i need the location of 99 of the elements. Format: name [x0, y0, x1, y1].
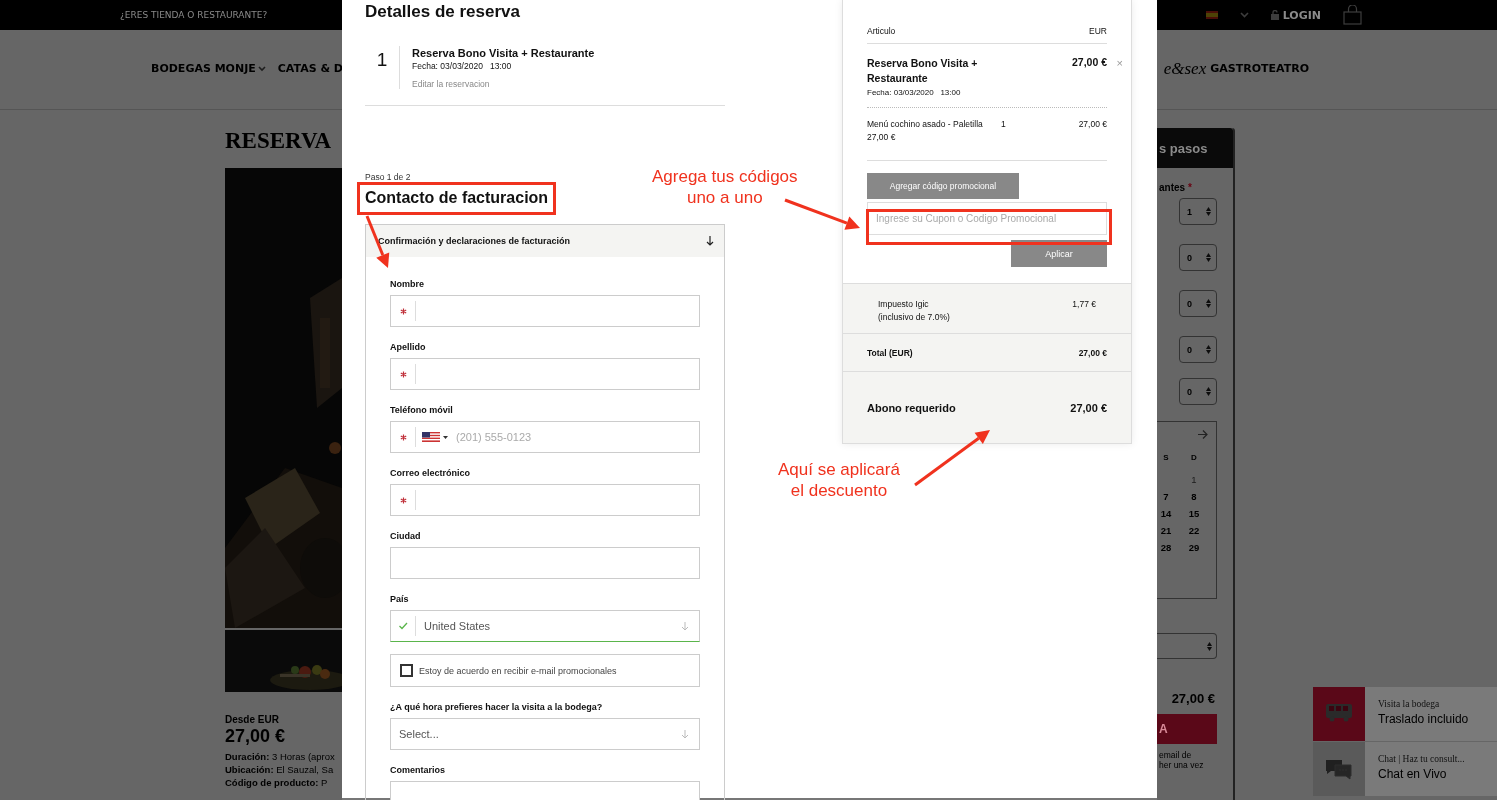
calendar-day[interactable]: 8 [1180, 491, 1208, 502]
tax-amount: 1,77 € [1072, 298, 1096, 311]
input-field[interactable] [390, 358, 700, 390]
reservation-name: Reserva Bono Visita + Restaurante [412, 47, 595, 59]
deposit-label: Abono requerido [867, 401, 956, 414]
remove-button[interactable]: × [1116, 57, 1123, 69]
quantity-stepper[interactable]: 0 [1179, 290, 1217, 317]
dialog-title: Detalles de reserva [365, 2, 521, 22]
note-text: email de [1159, 750, 1193, 760]
field-label: Correo electrónico [390, 468, 472, 479]
select-field[interactable]: United States [390, 610, 700, 642]
product-detail: Código de producto: P [225, 776, 329, 789]
weekday-label: D [1190, 453, 1198, 462]
field-label: País [390, 594, 410, 605]
store-question-link[interactable]: ¿ERES TIENDA O RESTAURANTE? [120, 10, 268, 20]
total-label: Total (EUR) [867, 347, 913, 358]
column-header: Articulo [867, 26, 896, 36]
widget-label: Chat en Vivo [1378, 767, 1448, 781]
deposit-amount: 27,00 € [1070, 401, 1107, 414]
input-field[interactable] [390, 295, 700, 327]
stepper-arrows-icon [1206, 253, 1211, 262]
field-label: Apellido [390, 342, 427, 353]
stepper-arrows-icon [1206, 299, 1211, 308]
input-field[interactable] [390, 547, 700, 579]
promo-code-button[interactable]: Agregar código promocional [867, 173, 1019, 199]
field-label: Comentarios [390, 765, 446, 776]
chat-icon [1325, 758, 1353, 780]
annotation-text: Agrega tus códigos uno a uno [652, 166, 798, 208]
quantity-stepper[interactable]: 0 [1179, 244, 1217, 271]
widget-title: Visita la bodega [1378, 699, 1441, 709]
item-number: 1 [375, 48, 389, 72]
item-date: Fecha: 03/03/2020 13:00 [867, 88, 962, 97]
note-text: her una vez [1159, 760, 1205, 770]
widget-label: Traslado incluido [1378, 712, 1469, 726]
field-label: Ciudad [390, 531, 422, 542]
checkbox[interactable] [400, 664, 413, 677]
coupon-field[interactable]: Ingrese su Cupon o Codigo Promocional [867, 202, 1107, 235]
required-mark: * [1187, 182, 1192, 193]
arrow-down-icon [681, 621, 689, 631]
section-title: Contacto de facturacion [365, 188, 549, 208]
arrow-right-icon[interactable] [1198, 430, 1208, 439]
quantity-stepper[interactable]: 1 [1179, 198, 1217, 225]
field-label: ¿A qué hora prefieres hacer la visita a la bodega? [390, 702, 604, 713]
accordion-header[interactable]: Confirmación y declaraciones de facturación [366, 225, 724, 257]
login-link[interactable]: LOGIN [1270, 8, 1321, 22]
calendar-day[interactable]: 22 [1180, 525, 1208, 536]
floating-widget[interactable]: Visita la bodega Traslado incluido [1313, 687, 1497, 741]
tax-label: Impuesto Igic [878, 298, 930, 311]
select-field[interactable]: Select... [390, 718, 700, 750]
field-label: antes [1159, 182, 1186, 193]
tax-note: (inclusivo de 7.0%) [878, 311, 950, 324]
line-amount: 27,00 € [1077, 118, 1107, 131]
nav-item[interactable]: GASTROTEATRO [1210, 62, 1309, 75]
total-amount: 27,00 € [1078, 347, 1107, 358]
calendar-day[interactable]: 1 [1180, 474, 1208, 485]
shopping-bag-icon[interactable] [1343, 5, 1362, 25]
annotation-text: Aquí se aplicará el descuento [778, 459, 900, 501]
unit-price: 27,00 € [867, 131, 897, 144]
calendar-day[interactable]: 15 [1180, 508, 1208, 519]
column-header: EUR [1089, 26, 1107, 36]
item-price: 27,00 € [1071, 56, 1107, 70]
lock-icon [1270, 10, 1279, 20]
page-title: RESERVA [225, 128, 333, 155]
chevron-down-icon[interactable] [1239, 12, 1249, 18]
item-name: Reserva Bono Visita + Restaurante [867, 56, 979, 86]
quantity-stepper[interactable]: 0 [1179, 378, 1217, 405]
quantity: 1 [1001, 118, 1007, 131]
product-detail: Ubicación: El Sauzal, Sa [225, 763, 335, 776]
edit-link[interactable]: Editar la reservacion [412, 79, 595, 89]
stepper-arrows-icon [1206, 387, 1211, 396]
price-label: Desde EUR [225, 714, 280, 725]
flag-icon[interactable] [422, 432, 440, 442]
step-indicator: Paso 1 de 2 [365, 172, 411, 182]
phone-input[interactable]: (201) 555-0123 [448, 422, 699, 452]
nav-item[interactable]: CATAS & D [277, 62, 343, 75]
weekday-label: S [1162, 453, 1170, 462]
arrow-down-icon [706, 236, 714, 246]
caret-icon [443, 435, 448, 439]
nav-item[interactable]: BODEGAS MONJE [151, 62, 266, 75]
field-label: Teléfono móvil [390, 405, 454, 416]
field-label: Nombre [390, 279, 425, 290]
stepper-arrows-icon [1206, 207, 1211, 216]
stepper-arrows-icon [1207, 641, 1212, 651]
widget-title: Chat | Haz tu consult... [1378, 754, 1465, 764]
product-price: 27,00 € [225, 726, 287, 747]
reservation-date: Fecha: 03/03/2020 13:00 [412, 61, 513, 71]
quantity-stepper[interactable]: 0 [1179, 336, 1217, 363]
calendar-day[interactable]: 29 [1180, 542, 1208, 553]
total-price: 27,00 € [1170, 691, 1215, 706]
line-item-name: Menú cochino asado - Paletilla [867, 118, 984, 131]
product-detail: Duración: 3 Horas (aprox [225, 750, 336, 763]
stepper-arrows-icon [1206, 345, 1211, 354]
phone-field[interactable]: (201) 555-0123 [390, 421, 700, 453]
chevron-down-icon [257, 65, 266, 72]
checkbox-label: Estoy de acuerdo en recibir e-mail promocionales [419, 665, 617, 676]
arrow-down-icon [681, 729, 689, 739]
input-field[interactable] [390, 484, 700, 516]
brand-logo[interactable]: e&sex [1163, 58, 1207, 79]
floating-widget[interactable]: Chat | Haz tu consult... Chat en Vivo [1313, 742, 1497, 796]
